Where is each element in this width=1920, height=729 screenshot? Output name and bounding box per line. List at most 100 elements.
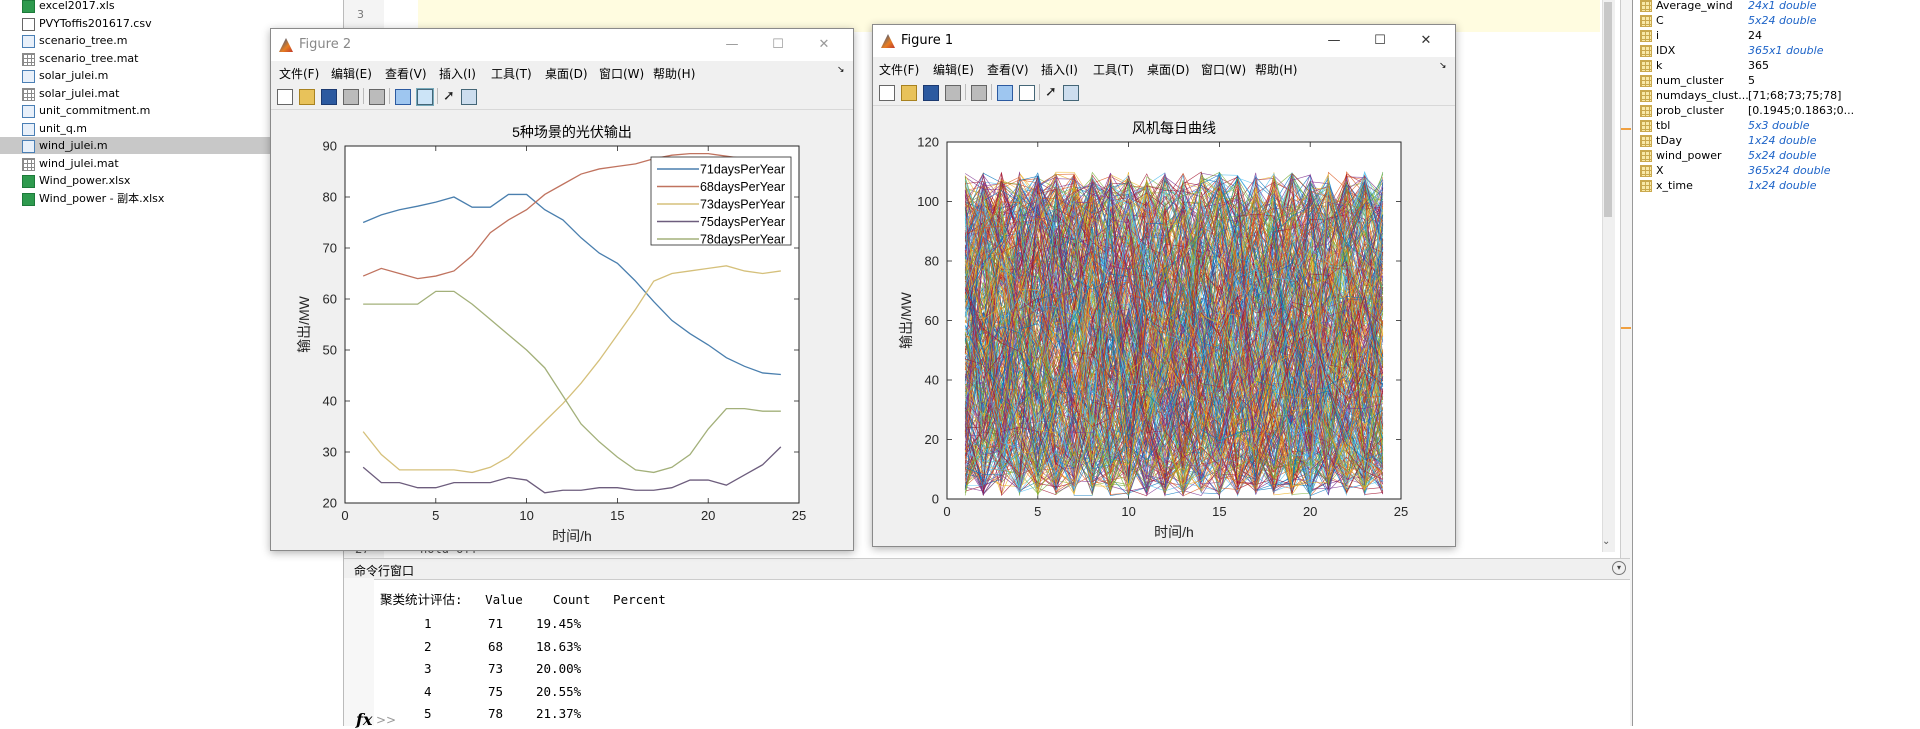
pointer-arrow-icon[interactable]: ➚ bbox=[1045, 85, 1059, 99]
save-icon[interactable] bbox=[923, 85, 939, 101]
chart-title: 5种场景的光伏输出 bbox=[512, 124, 632, 140]
menu-edit[interactable]: 编辑(E) bbox=[331, 65, 372, 82]
file-item[interactable]: excel2017.xls bbox=[0, 0, 343, 14]
menu-desktop[interactable]: 桌面(D) bbox=[545, 65, 588, 82]
minimize-button[interactable]: — bbox=[717, 35, 747, 55]
x-tick-label: 10 bbox=[1121, 504, 1135, 519]
menu-help[interactable]: 帮助(H) bbox=[1255, 61, 1297, 78]
warning-marker[interactable] bbox=[1621, 128, 1631, 130]
figure-1-titlebar[interactable]: Figure 1 — ☐ ✕ bbox=[873, 25, 1455, 57]
menu-insert[interactable]: 插入(I) bbox=[1041, 61, 1078, 78]
variable-name: prob_cluster bbox=[1656, 104, 1724, 117]
menu-edit[interactable]: 编辑(E) bbox=[933, 61, 974, 78]
legend-label: 73daysPerYear bbox=[700, 198, 785, 212]
x-tick-label: 0 bbox=[943, 504, 950, 519]
command-window-margin bbox=[344, 578, 374, 726]
x-tick-label: 20 bbox=[701, 508, 715, 523]
variable-value: 5x24 double bbox=[1748, 149, 1817, 162]
menu-desktop[interactable]: 桌面(D) bbox=[1147, 61, 1190, 78]
command-window-titlebar bbox=[344, 558, 1630, 580]
editor-scrollbar-thumb[interactable] bbox=[1604, 2, 1612, 217]
save-icon[interactable] bbox=[321, 89, 337, 105]
y-tick-label: 80 bbox=[323, 190, 337, 205]
close-button[interactable]: ✕ bbox=[809, 35, 839, 55]
variable-value: 24x1 double bbox=[1748, 0, 1817, 12]
y-tick-label: 100 bbox=[917, 194, 939, 209]
function-fx-icon[interactable]: fx bbox=[356, 710, 372, 729]
menu-file[interactable]: 文件(F) bbox=[279, 65, 319, 82]
x-tick-label: 25 bbox=[792, 508, 806, 523]
maximize-button[interactable]: ☐ bbox=[1365, 31, 1395, 51]
dock-arrow-icon[interactable]: ↘ bbox=[837, 65, 845, 75]
file-name: wind_julei.mat bbox=[39, 156, 119, 170]
property-editor-icon[interactable] bbox=[1063, 85, 1079, 101]
command-output-count: 71 bbox=[488, 616, 504, 631]
menu-help[interactable]: 帮助(H) bbox=[653, 65, 695, 82]
minimize-button[interactable]: — bbox=[1319, 31, 1349, 51]
property-editor-icon[interactable] bbox=[461, 89, 477, 105]
insert-colorbar-icon[interactable] bbox=[395, 89, 411, 105]
new-figure-icon[interactable] bbox=[277, 89, 293, 105]
command-prompt[interactable]: >> bbox=[376, 713, 396, 727]
line-number: 3 bbox=[357, 8, 364, 21]
menu-view[interactable]: 查看(V) bbox=[385, 65, 427, 82]
x-tick-label: 5 bbox=[1034, 504, 1041, 519]
legend-label: 75daysPerYear bbox=[700, 215, 785, 229]
menu-tools[interactable]: 工具(T) bbox=[491, 65, 532, 82]
figure-1-window[interactable]: Figure 1 — ☐ ✕ 文件(F) 编辑(E) 查看(V) 插入(I) 工… bbox=[872, 24, 1456, 547]
pointer-arrow-icon[interactable]: ➚ bbox=[443, 89, 457, 103]
pv-output-chart[interactable]: 0 5 10 15 20 25 20 30 40 50 60 70 80 90 5种场景的光伏输出时间/h 输… bbox=[271, 110, 851, 548]
link-plot-icon[interactable] bbox=[369, 89, 385, 105]
variable-icon bbox=[1640, 30, 1652, 42]
insert-colorbar-icon[interactable] bbox=[997, 85, 1013, 101]
x-tick-label: 20 bbox=[1303, 504, 1317, 519]
open-file-icon[interactable] bbox=[901, 85, 917, 101]
file-name: solar_julei.mat bbox=[39, 86, 120, 100]
new-figure-icon[interactable] bbox=[879, 85, 895, 101]
insert-legend-icon[interactable] bbox=[416, 88, 434, 106]
y-tick-label: 60 bbox=[925, 313, 939, 328]
y-tick-label: 50 bbox=[323, 343, 337, 358]
menu-view[interactable]: 查看(V) bbox=[987, 61, 1029, 78]
x-tick-label: 0 bbox=[341, 508, 348, 523]
close-button[interactable]: ✕ bbox=[1411, 31, 1441, 51]
y-tick-label: 40 bbox=[323, 394, 337, 409]
file-name: unit_q.m bbox=[39, 121, 88, 135]
figure-2-window[interactable]: Figure 2 — ☐ ✕ 文件(F) 编辑(E) 查看(V) 插入(I) 工… bbox=[270, 28, 854, 551]
menu-file[interactable]: 文件(F) bbox=[879, 61, 919, 78]
variable-name: C bbox=[1656, 14, 1664, 27]
print-icon[interactable] bbox=[343, 89, 359, 105]
y-axis-label: 输出/MW bbox=[296, 295, 312, 353]
menu-insert[interactable]: 插入(I) bbox=[439, 65, 476, 82]
variable-name: wind_power bbox=[1656, 149, 1722, 162]
command-output-count: 68 bbox=[488, 638, 504, 654]
insert-legend-icon[interactable] bbox=[1019, 85, 1035, 101]
y-tick-label: 70 bbox=[323, 241, 337, 256]
chevron-down-icon[interactable]: ⌄ bbox=[1602, 536, 1610, 547]
command-output-value: 5 bbox=[424, 706, 432, 721]
command-output-count: 75 bbox=[488, 683, 504, 699]
open-file-icon[interactable] bbox=[299, 89, 315, 105]
m-file-icon bbox=[22, 122, 35, 136]
variable-value: 365x1 double bbox=[1748, 44, 1824, 57]
menu-window[interactable]: 窗口(W) bbox=[599, 65, 644, 82]
figure-2-titlebar[interactable]: Figure 2 — ☐ ✕ bbox=[271, 29, 853, 61]
maximize-button[interactable]: ☐ bbox=[763, 35, 793, 55]
m-file-icon bbox=[22, 105, 35, 118]
warning-marker[interactable] bbox=[1621, 327, 1631, 329]
menu-window[interactable]: 窗口(W) bbox=[1201, 61, 1246, 78]
menu-tools[interactable]: 工具(T) bbox=[1093, 61, 1134, 78]
variable-icon bbox=[1640, 60, 1652, 72]
link-plot-icon[interactable] bbox=[971, 85, 987, 101]
panel-menu-icon[interactable]: ▾ bbox=[1612, 561, 1626, 575]
chart-title: 风机每日曲线 bbox=[1132, 120, 1216, 136]
wind-daily-curve-chart[interactable]: 0 5 10 15 20 25 0 20 40 60 80 100 120 风机每日曲线时间/h 输出/MW bbox=[873, 106, 1453, 544]
variable-icon bbox=[1640, 75, 1652, 87]
x-tick-label: 5 bbox=[432, 508, 439, 523]
figure-1-toolbar: ➚ bbox=[873, 79, 1455, 106]
file-name: PVYToffis201617.csv bbox=[39, 16, 152, 30]
file-name: Wind_power.xlsx bbox=[39, 174, 131, 187]
y-tick-label: 40 bbox=[925, 373, 939, 388]
print-icon[interactable] bbox=[945, 85, 961, 101]
dock-arrow-icon[interactable]: ↘ bbox=[1439, 61, 1447, 71]
